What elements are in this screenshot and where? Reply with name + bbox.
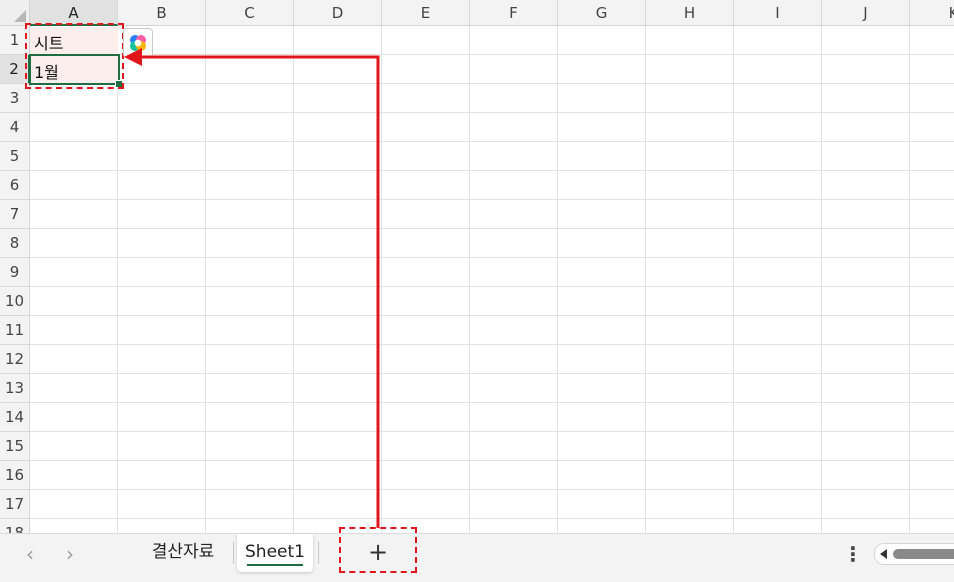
more-options-button[interactable]: ⋮ <box>843 542 863 566</box>
column-header-b[interactable]: B <box>118 0 206 26</box>
sheet-tab-bar: ‹ › 결산자료 Sheet1 + ⋮ <box>0 533 954 582</box>
column-header-h[interactable]: H <box>646 0 734 26</box>
row-header-14[interactable]: 14 <box>0 403 30 432</box>
row-header-4[interactable]: 4 <box>0 113 30 142</box>
row-header-17[interactable]: 17 <box>0 490 30 519</box>
annotation-box-cells <box>25 23 124 89</box>
gridline-vertical <box>909 26 910 533</box>
gridline-vertical <box>557 26 558 533</box>
gridline-horizontal <box>30 199 954 200</box>
gridline-vertical <box>205 26 206 533</box>
chevron-left-icon: ‹ <box>26 542 34 566</box>
row-header-5[interactable]: 5 <box>0 142 30 171</box>
tab-sheet1[interactable]: Sheet1 <box>237 534 313 572</box>
gridline-horizontal <box>30 170 954 171</box>
row-header-8[interactable]: 8 <box>0 229 30 258</box>
column-header-g[interactable]: G <box>558 0 646 26</box>
gridline-horizontal <box>30 112 954 113</box>
row-header-7[interactable]: 7 <box>0 200 30 229</box>
gridline-horizontal <box>30 402 954 403</box>
column-header-c[interactable]: C <box>206 0 294 26</box>
tab-결산자료[interactable]: 결산자료 <box>138 534 228 572</box>
select-all-icon <box>14 10 26 22</box>
row-header-11[interactable]: 11 <box>0 316 30 345</box>
row-header-9[interactable]: 9 <box>0 258 30 287</box>
row-header-10[interactable]: 10 <box>0 287 30 316</box>
tab-separator <box>318 542 319 564</box>
copilot-icon <box>130 35 146 51</box>
row-header-13[interactable]: 13 <box>0 374 30 403</box>
gridline-vertical <box>117 26 118 533</box>
scrollbar-thumb[interactable] <box>893 549 954 559</box>
gridline-horizontal <box>30 373 954 374</box>
scroll-left-icon[interactable] <box>880 549 887 559</box>
more-vertical-icon: ⋮ <box>843 542 863 566</box>
scroll-tabs-left-button[interactable]: ‹ <box>18 542 42 566</box>
gridline-horizontal <box>30 431 954 432</box>
gridline-horizontal <box>30 286 954 287</box>
gridline-horizontal <box>30 54 954 55</box>
gridline-horizontal <box>30 489 954 490</box>
column-header-i[interactable]: I <box>734 0 822 26</box>
scroll-tabs-right-button[interactable]: › <box>58 542 82 566</box>
row-header-18[interactable]: 18 <box>0 519 30 533</box>
column-header-j[interactable]: J <box>822 0 910 26</box>
tab-label: 결산자료 <box>151 542 215 562</box>
row-header-6[interactable]: 6 <box>0 171 30 200</box>
column-header-k[interactable]: K <box>910 0 954 26</box>
column-header-d[interactable]: D <box>294 0 382 26</box>
gridline-horizontal <box>30 460 954 461</box>
chevron-right-icon: › <box>66 542 74 566</box>
column-header-e[interactable]: E <box>382 0 470 26</box>
row-header-16[interactable]: 16 <box>0 461 30 490</box>
row-header-15[interactable]: 15 <box>0 432 30 461</box>
active-tab-underline <box>247 564 303 566</box>
annotation-box-add-sheet <box>339 527 417 573</box>
gridline-vertical <box>293 26 294 533</box>
gridline-horizontal <box>30 228 954 229</box>
copilot-button[interactable] <box>123 28 153 58</box>
gridline-vertical <box>821 26 822 533</box>
gridline-horizontal <box>30 141 954 142</box>
gridline-horizontal <box>30 344 954 345</box>
gridline-horizontal <box>30 257 954 258</box>
column-header-f[interactable]: F <box>470 0 558 26</box>
spreadsheet-grid[interactable]: ABCDEFGHIJK 1 2 3 4 5 6 7 8 9 10 11 12 13 14 15 16 17 18 … <box>0 0 954 533</box>
gridline-vertical <box>645 26 646 533</box>
gridline-vertical <box>469 26 470 533</box>
gridline-vertical <box>381 26 382 533</box>
gridline-vertical <box>733 26 734 533</box>
gridline-horizontal <box>30 315 954 316</box>
row-header-12[interactable]: 12 <box>0 345 30 374</box>
tab-label: Sheet1 <box>245 542 305 562</box>
horizontal-scrollbar[interactable] <box>874 543 954 565</box>
tab-separator <box>233 542 234 564</box>
gridline-horizontal <box>30 518 954 519</box>
gridline-horizontal <box>30 83 954 84</box>
